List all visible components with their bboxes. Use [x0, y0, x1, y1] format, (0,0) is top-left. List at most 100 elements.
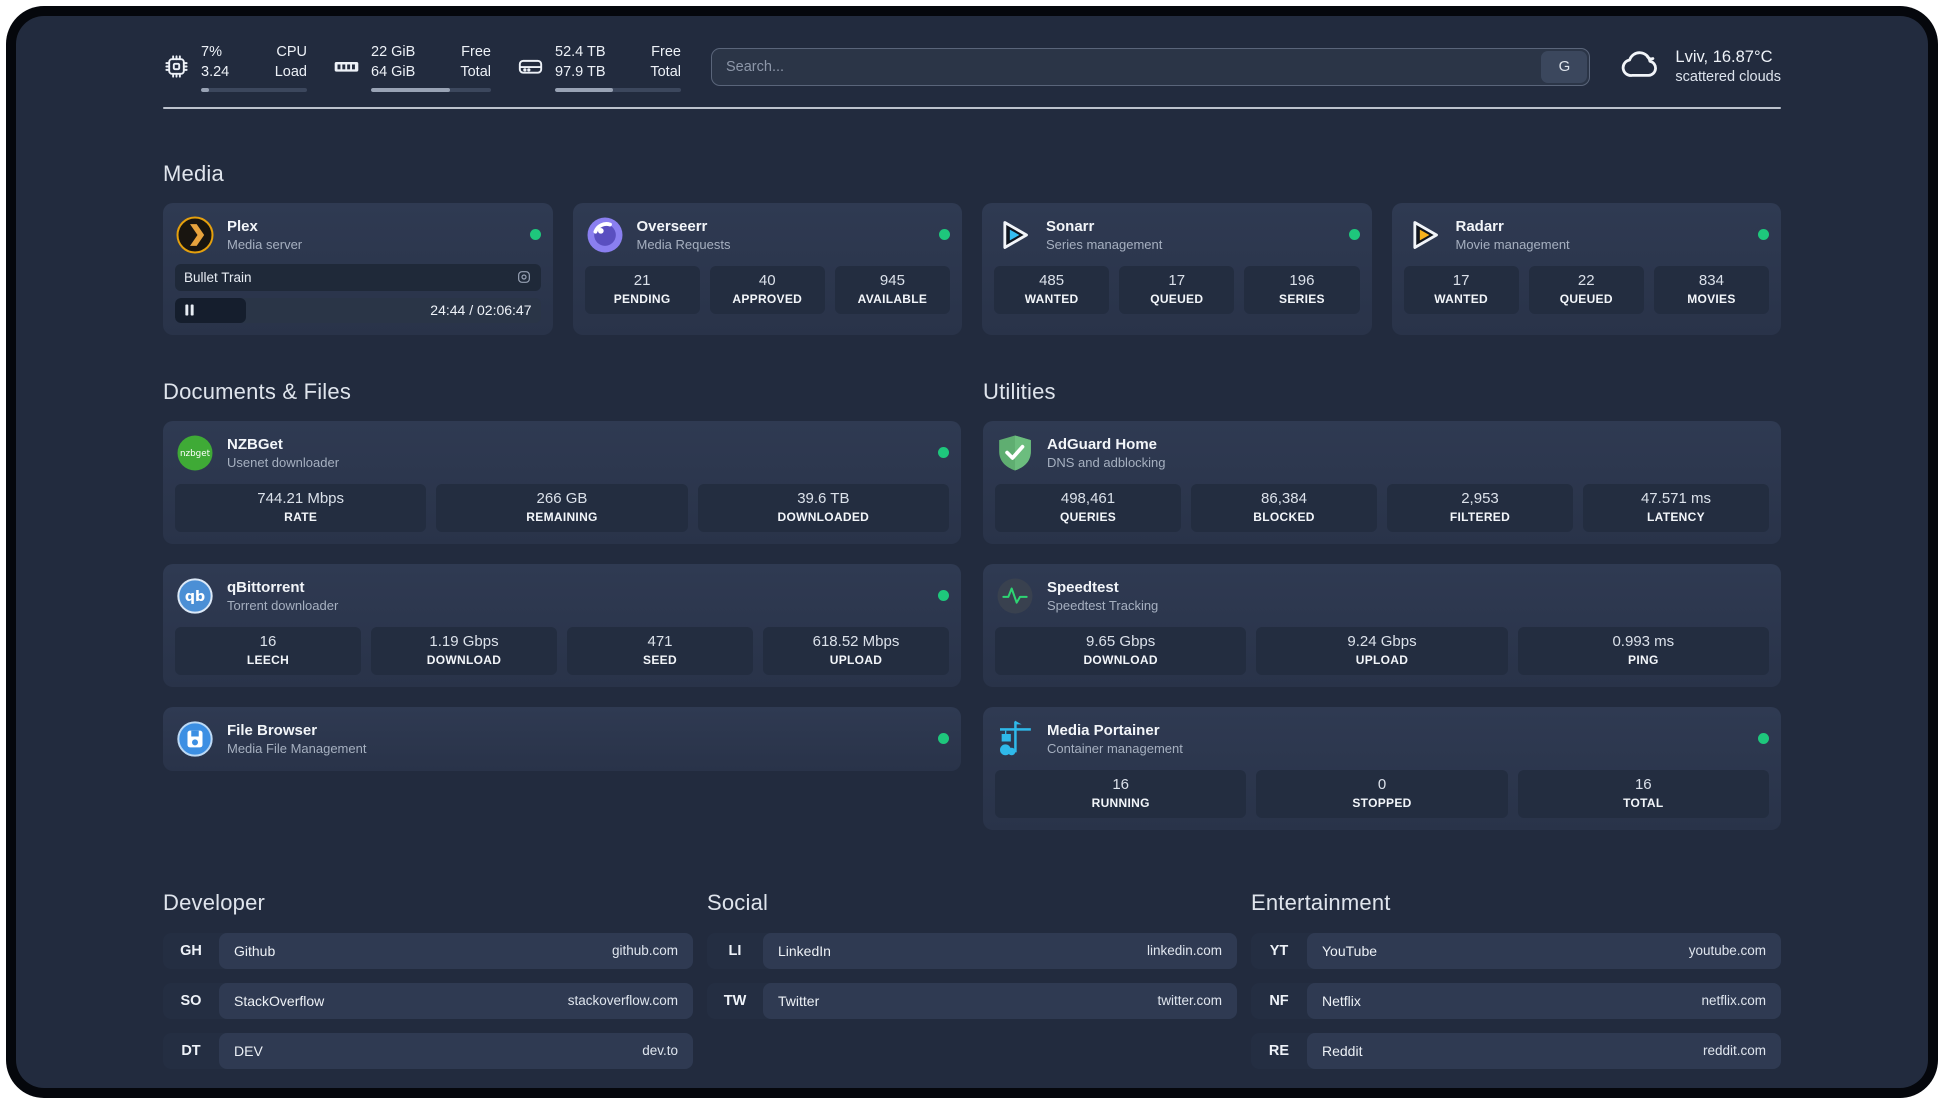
stat-pill: 16 LEECH: [175, 626, 361, 675]
stat-pill: 266 GB REMAINING: [436, 483, 688, 532]
link-name: Netflix: [1322, 992, 1361, 1009]
app-subtitle: Speedtest Tracking: [1047, 597, 1159, 613]
speedtest-card[interactable]: Speedtest Speedtest Tracking 9.65 Gbps DO…: [983, 563, 1781, 687]
link-stackoverflow[interactable]: SO StackOverflow stackoverflow.com: [163, 982, 693, 1019]
app-name: File Browser: [227, 721, 318, 739]
search-engine-button[interactable]: G: [1541, 50, 1588, 83]
stat-pill: 0.993 ms PING: [1517, 626, 1769, 675]
cpu-icon: [163, 53, 190, 80]
link-youtube[interactable]: YT YouTube youtube.com: [1251, 932, 1781, 969]
link-twitter[interactable]: TW Twitter twitter.com: [707, 982, 1237, 1019]
link-linkedin[interactable]: LI LinkedIn linkedin.com: [707, 932, 1237, 969]
link-tag: GH: [180, 942, 202, 959]
link-tag: NF: [1269, 992, 1289, 1009]
svg-text:qb: qb: [185, 589, 205, 605]
status-dot: [938, 447, 949, 459]
qbittorrent-icon: qb: [175, 576, 215, 616]
app-name: AdGuard Home: [1047, 435, 1158, 453]
link-name: StackOverflow: [234, 992, 325, 1009]
section-utilities: Utilities AdGuard Home DNS and adblockin…: [983, 379, 1781, 830]
filebrowser-card[interactable]: File Browser Media File Management: [163, 706, 961, 771]
stat-pill: 834 MOVIES: [1653, 265, 1770, 314]
app-subtitle: Movie management: [1455, 236, 1570, 252]
stat-pill: 40 APPROVED: [709, 265, 825, 314]
cpu-load-value: 3.24: [201, 64, 230, 81]
stat-pill: 196 SERIES: [1244, 265, 1360, 314]
link-domain: stackoverflow.com: [567, 993, 678, 1009]
app-name: Plex: [227, 217, 258, 235]
stat-pill: 9.65 Gbps DOWNLOAD: [995, 626, 1247, 675]
qbittorrent-card[interactable]: qb qBittorrent Torrent downloader 16 LEEC…: [163, 563, 961, 687]
plex-icon: [175, 215, 215, 255]
section-social: Social LI LinkedIn linkedin.com TW Twitte…: [707, 890, 1237, 1019]
radarr-card[interactable]: Radarr Movie management 17 WANTED 22 QUEUE…: [1391, 202, 1781, 335]
link-tag: YT: [1269, 942, 1289, 959]
stat-pill: 2,953 FILTERED: [1387, 483, 1573, 532]
playback-progress[interactable]: 24:44 / 02:06:47: [175, 297, 541, 323]
radarr-icon: [1404, 215, 1444, 255]
link-dev[interactable]: DT DEV dev.to: [163, 1032, 693, 1069]
link-netflix[interactable]: NF Netflix netflix.com: [1251, 982, 1781, 1019]
sonarr-card[interactable]: Sonarr Series management 485 WANTED 17 QUE…: [982, 202, 1372, 335]
app-name: Sonarr: [1046, 217, 1095, 235]
cpu-label: CPU: [276, 44, 307, 60]
now-playing-title: Bullet Train: [184, 269, 252, 285]
stat-pill: 17 QUEUED: [1119, 265, 1235, 314]
status-dot: [529, 229, 541, 241]
link-domain: github.com: [611, 943, 678, 959]
plex-card[interactable]: Plex Media server Bullet Train 24:44 / 0…: [163, 202, 553, 335]
link-name: LinkedIn: [778, 942, 831, 959]
window-frame: 7% 3.24 CPU Load 22 GiB 64 GiB Free Tota…: [6, 6, 1938, 1098]
search-input[interactable]: [711, 47, 1591, 86]
now-playing-bar: Bullet Train: [175, 263, 541, 291]
nzbget-icon: nzbget: [175, 433, 215, 473]
weather-location: Lviv, 16.87°C: [1675, 48, 1773, 67]
media-info-icon[interactable]: [516, 269, 532, 285]
link-tag: DT: [181, 1042, 201, 1059]
playback-time: 24:44 / 02:06:47: [430, 302, 532, 319]
section-title-media: Media: [163, 160, 224, 186]
app-name: Media Portainer: [1047, 721, 1160, 739]
weather-widget: Lviv, 16.87°C scattered clouds: [1620, 43, 1781, 90]
link-name: YouTube: [1322, 942, 1378, 959]
stat-pill: 618.52 Mbps UPLOAD: [763, 626, 949, 675]
load-label: Load: [274, 64, 307, 81]
weather-condition: scattered clouds: [1675, 69, 1781, 86]
link-domain: linkedin.com: [1146, 943, 1222, 959]
ram-free-value: 22 GiB: [371, 44, 416, 60]
stat-pill: 39.6 TB DOWNLOADED: [697, 483, 949, 532]
disk-icon: [517, 53, 544, 80]
filebrowser-icon: [175, 719, 215, 759]
section-title-social: Social: [707, 889, 769, 915]
link-domain: netflix.com: [1701, 993, 1766, 1009]
disk-stat: 52.4 TB 97.9 TB Free Total: [517, 42, 681, 92]
cpu-usage-bar: [201, 87, 307, 92]
section-documents: Documents & Files nzbget NZBGet Usenet d…: [163, 379, 961, 830]
app-subtitle: Container management: [1047, 740, 1183, 756]
link-name: Github: [234, 942, 276, 959]
ram-icon: [333, 53, 360, 80]
stat-pill: 945 AVAILABLE: [834, 265, 951, 314]
stat-pill: 498,461 QUERIES: [995, 483, 1181, 532]
link-reddit[interactable]: RE Reddit reddit.com: [1251, 1032, 1781, 1069]
link-tag: SO: [180, 992, 202, 1009]
adguard-card[interactable]: AdGuard Home DNS and adblocking 498,461 Q…: [983, 420, 1781, 544]
link-name: DEV: [234, 1042, 263, 1059]
stat-pill: 16 TOTAL: [1517, 769, 1769, 818]
dashboard: 7% 3.24 CPU Load 22 GiB 64 GiB Free Tota…: [16, 16, 1928, 1088]
status-dot: [939, 229, 950, 241]
status-dot: [1758, 733, 1769, 745]
link-tag: TW: [723, 992, 747, 1009]
portainer-card[interactable]: Media Portainer Container management 16 R…: [983, 706, 1781, 830]
overseerr-card[interactable]: Overseerr Media Requests 21 PENDING 40 APP…: [572, 202, 962, 335]
section-title-entertainment: Entertainment: [1251, 889, 1391, 915]
app-subtitle: Media server: [227, 236, 303, 252]
cpu-usage-value: 7%: [201, 44, 222, 60]
speedtest-icon: [995, 576, 1035, 616]
link-github[interactable]: GH Github github.com: [163, 932, 693, 969]
nzbget-card[interactable]: nzbget NZBGet Usenet downloader 744.21 M…: [163, 420, 961, 544]
app-subtitle: Media File Management: [227, 740, 367, 756]
status-dot: [1348, 229, 1360, 241]
pause-icon[interactable]: [184, 304, 195, 316]
disk-free-value: 52.4 TB: [555, 44, 606, 60]
